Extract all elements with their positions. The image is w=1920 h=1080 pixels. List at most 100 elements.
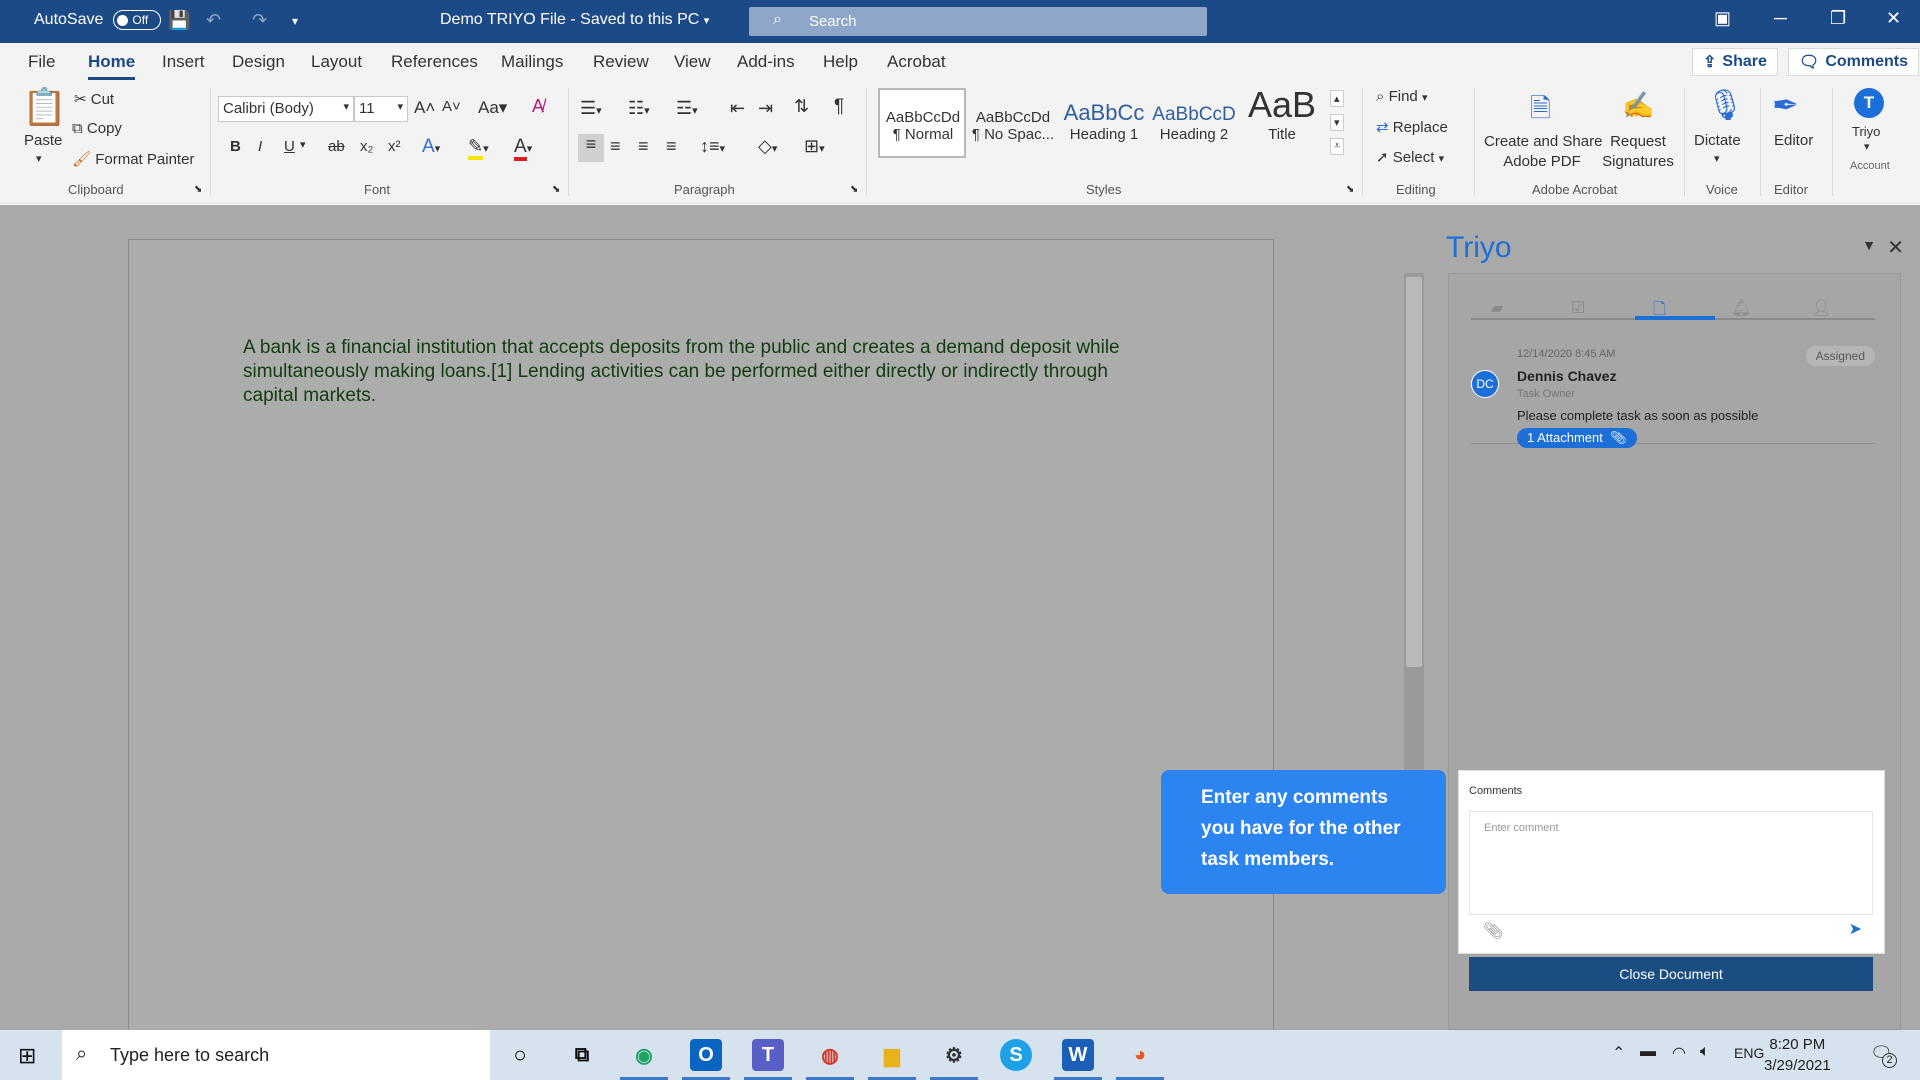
ribbon-display-icon[interactable]: ▣ [1714, 8, 1731, 29]
file-explorer-icon[interactable]: ▆ [868, 1039, 916, 1080]
scrollbar-thumb[interactable] [1406, 277, 1422, 667]
clock[interactable]: 8:20 PM 3/29/2021 [1764, 1034, 1831, 1076]
underline-button[interactable]: U [284, 138, 295, 155]
style-normal[interactable]: AaBbCcDd ¶ Normal [880, 90, 966, 156]
chevron-up-icon[interactable]: ▴ [1330, 90, 1344, 107]
chrome-icon[interactable]: ◍ [806, 1039, 854, 1080]
chevron-down-icon[interactable]: ▾ [1714, 152, 1720, 165]
taskbar-search-input[interactable]: ⌕ Type here to search [62, 1030, 490, 1080]
decrease-indent-icon[interactable]: ⇤ [730, 98, 745, 119]
format-painter-button[interactable]: 🖌 Format Painter [72, 150, 194, 168]
borders-icon[interactable]: ⊞▾ [804, 136, 825, 157]
create-pdf-button[interactable]: Create and Share Adobe PDF [1484, 132, 1602, 172]
tab-design[interactable]: Design [232, 52, 285, 72]
minimize-icon[interactable]: ─ [1774, 8, 1787, 29]
toggle-switch[interactable]: Off [113, 10, 162, 30]
edge-icon[interactable]: ◉ [620, 1039, 668, 1080]
style-no-spacing[interactable]: AaBbCcDd ¶ No Spac... [968, 90, 1058, 156]
paperclip-icon[interactable]: 📎︎ [1483, 921, 1503, 941]
sort-icon[interactable]: ⇅ [794, 96, 809, 117]
font-family-select[interactable]: Calibri (Body) ▾ [218, 96, 354, 122]
increase-indent-icon[interactable]: ⇥ [758, 98, 773, 119]
chevron-down-icon[interactable]: ▼ [1862, 237, 1876, 253]
tab-references[interactable]: References [391, 52, 478, 72]
subscript-button[interactable]: x₂ [360, 138, 373, 155]
highlight-icon[interactable]: ✎▾ [468, 136, 489, 160]
strikethrough-button[interactable]: ab [328, 138, 345, 155]
tab-acrobat[interactable]: Acrobat [887, 52, 946, 72]
line-spacing-icon[interactable]: ↕≡▾ [700, 136, 725, 157]
numbering-icon[interactable]: ☷▾ [628, 98, 650, 119]
chevron-down-icon[interactable]: ▾ [36, 152, 42, 165]
change-case-icon[interactable]: Aa▾ [478, 98, 507, 118]
paste-button[interactable]: Paste [24, 132, 62, 149]
chevron-down-icon[interactable]: ▾ [1864, 140, 1870, 153]
task-card[interactable]: 12/14/2020 8:45 AM Assigned DC Dennis Ch… [1471, 344, 1875, 448]
style-heading-1[interactable]: AaBbCc Heading 1 [1060, 90, 1148, 156]
align-center-icon[interactable]: ≡ [610, 136, 621, 157]
document-title[interactable]: Demo TRIYO File - Saved to this PC ▾ [440, 11, 709, 29]
font-size-select[interactable]: 11 ▾ [354, 96, 408, 122]
customize-toolbar-icon[interactable]: ▾ [292, 14, 298, 28]
comment-input[interactable]: Enter comment [1469, 811, 1873, 915]
notifications-icon[interactable]: 🗨 2 [1870, 1043, 1897, 1068]
close-icon[interactable]: ✕ [1886, 8, 1901, 29]
style-heading-2[interactable]: AaBbCcD Heading 2 [1150, 90, 1238, 156]
paste-icon[interactable]: 📋 [22, 86, 67, 128]
save-icon[interactable]: 💾 [168, 10, 190, 31]
editor-button[interactable]: Editor [1774, 132, 1813, 149]
superscript-button[interactable]: x² [388, 138, 401, 155]
volume-icon[interactable]: 🔈︎ [1700, 1043, 1710, 1061]
bullets-icon[interactable]: ☰▾ [580, 98, 602, 119]
settings-icon[interactable]: ⚙ [930, 1039, 978, 1080]
chevron-down-icon[interactable]: ▾ [1330, 114, 1344, 131]
shrink-font-icon[interactable]: A˅ [442, 98, 461, 115]
request-signatures-button[interactable]: Request Signatures [1600, 132, 1676, 172]
cut-button[interactable]: ✂ Cut [74, 90, 114, 108]
tab-file[interactable]: File [28, 52, 55, 72]
replace-button[interactable]: ⇄ Replace [1376, 118, 1448, 136]
word-icon[interactable]: W [1054, 1039, 1102, 1080]
close-icon[interactable]: ✕ [1887, 235, 1904, 260]
share-button[interactable]: ⇪ Share [1692, 48, 1778, 76]
find-button[interactable]: ⌕ Find ▾ [1376, 88, 1427, 105]
tab-view[interactable]: View [674, 52, 711, 72]
triyo-button[interactable]: Triyo [1852, 124, 1880, 139]
task-view-icon[interactable]: ⧉ [566, 1039, 598, 1071]
document-page[interactable]: A bank is a financial institution that a… [128, 239, 1274, 1039]
search-input[interactable]: ⌕ Search [749, 7, 1207, 36]
teams-icon[interactable]: T [744, 1039, 792, 1080]
user-icon[interactable]: 👤︎ [1811, 298, 1831, 318]
bold-button[interactable]: B [230, 138, 241, 155]
chevron-up-icon[interactable]: ⌃ [1612, 1043, 1625, 1063]
tab-home[interactable]: Home [88, 52, 136, 80]
wifi-icon[interactable]: ◠ [1672, 1043, 1686, 1063]
font-color-icon[interactable]: A▾ [514, 136, 532, 161]
chevron-down-icon[interactable]: ▾ [300, 138, 306, 151]
close-document-button[interactable]: Close Document [1469, 957, 1873, 991]
dialog-launcher-icon[interactable]: ⬊ [1346, 184, 1354, 195]
language-indicator[interactable]: ENG [1734, 1045, 1764, 1061]
style-title[interactable]: AaB Title [1240, 84, 1324, 156]
battery-icon[interactable]: ▬ [1640, 1043, 1656, 1061]
multilevel-list-icon[interactable]: ☲▾ [676, 98, 698, 119]
redo-icon[interactable]: ↷ [252, 10, 267, 31]
tab-mailings[interactable]: Mailings [501, 52, 563, 72]
dictate-button[interactable]: Dictate [1694, 132, 1741, 149]
text-effects-icon[interactable]: A▾ [422, 136, 440, 158]
justify-icon[interactable]: ≡ [666, 136, 677, 157]
grow-font-icon[interactable]: A˄ [414, 98, 435, 118]
undo-icon[interactable]: ↶ [206, 10, 221, 31]
dialog-launcher-icon[interactable]: ⬊ [194, 184, 202, 195]
shading-icon[interactable]: ◇▾ [758, 136, 777, 157]
align-right-icon[interactable]: ≡ [638, 136, 649, 157]
attachment-button[interactable]: 1 Attachment 📎︎ [1517, 428, 1637, 448]
more-styles-icon[interactable]: ⩡ [1330, 138, 1345, 155]
firefox-icon[interactable]: ◕ [1116, 1039, 1164, 1080]
clear-formatting-icon[interactable]: A̸ [532, 96, 544, 117]
send-icon[interactable]: ➤ [1849, 919, 1862, 939]
dialog-launcher-icon[interactable]: ⬊ [552, 184, 560, 195]
autosave-toggle[interactable]: AutoSave Off [34, 10, 162, 30]
bell-icon[interactable]: 🔔︎ [1731, 298, 1751, 318]
maximize-icon[interactable]: ❐ [1830, 8, 1846, 29]
